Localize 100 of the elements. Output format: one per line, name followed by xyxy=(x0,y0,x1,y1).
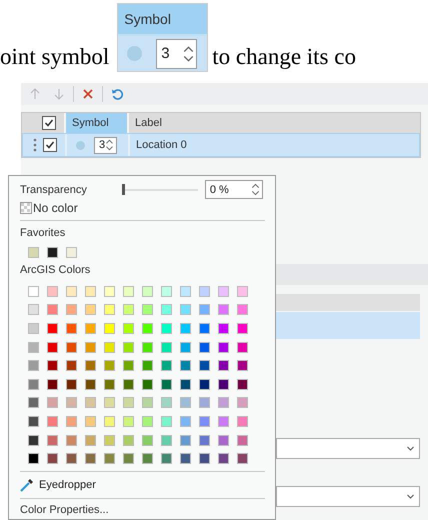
color-swatch[interactable] xyxy=(47,286,58,297)
color-swatch[interactable] xyxy=(47,416,58,427)
color-swatch[interactable] xyxy=(47,397,58,408)
color-swatch[interactable] xyxy=(85,416,96,427)
color-swatch[interactable] xyxy=(47,304,58,316)
color-swatch[interactable] xyxy=(66,397,77,408)
color-swatch[interactable] xyxy=(142,360,153,372)
color-swatch[interactable] xyxy=(218,434,229,446)
color-swatch[interactable] xyxy=(180,378,191,390)
color-swatch[interactable] xyxy=(85,397,96,408)
color-swatch[interactable] xyxy=(28,323,39,334)
checkbox[interactable] xyxy=(42,116,56,130)
color-swatch[interactable] xyxy=(28,397,39,408)
eyedropper-button[interactable]: Eyedropper xyxy=(20,474,265,494)
color-swatch[interactable] xyxy=(237,434,248,446)
color-swatch[interactable] xyxy=(28,360,39,372)
color-swatch[interactable] xyxy=(161,434,172,446)
color-swatch[interactable] xyxy=(28,453,39,464)
color-swatch[interactable] xyxy=(142,434,153,446)
color-swatch[interactable] xyxy=(142,304,153,316)
color-swatch[interactable] xyxy=(123,360,134,372)
color-swatch[interactable] xyxy=(66,342,77,353)
color-swatch[interactable] xyxy=(47,453,58,464)
transparency-field[interactable]: 0 % xyxy=(204,180,263,200)
color-swatch[interactable] xyxy=(180,304,191,316)
color-swatch[interactable] xyxy=(28,416,39,427)
color-swatch[interactable] xyxy=(161,323,172,334)
color-swatch[interactable] xyxy=(218,323,229,334)
no-color-option[interactable]: No color xyxy=(20,200,265,218)
color-swatch[interactable] xyxy=(104,397,115,408)
color-swatch[interactable] xyxy=(85,304,96,316)
color-swatch[interactable] xyxy=(161,397,172,408)
color-properties-link[interactable]: Color Properties... xyxy=(20,501,265,520)
color-swatch[interactable] xyxy=(85,342,96,353)
color-swatch[interactable] xyxy=(85,360,96,372)
color-swatch[interactable] xyxy=(66,286,77,297)
color-swatch[interactable] xyxy=(199,416,210,427)
color-swatch[interactable] xyxy=(180,434,191,446)
color-swatch[interactable] xyxy=(199,453,210,464)
color-swatch[interactable] xyxy=(180,416,191,427)
color-swatch[interactable] xyxy=(218,453,229,464)
color-swatch[interactable] xyxy=(218,397,229,408)
color-swatch[interactable] xyxy=(237,360,248,372)
color-swatch[interactable] xyxy=(85,323,96,334)
color-swatch[interactable] xyxy=(66,416,77,427)
color-swatch[interactable] xyxy=(218,378,229,390)
color-swatch[interactable] xyxy=(237,397,248,408)
color-swatch[interactable] xyxy=(28,246,39,258)
color-swatch[interactable] xyxy=(161,360,172,372)
color-swatch[interactable] xyxy=(47,323,58,334)
color-swatch[interactable] xyxy=(199,434,210,446)
color-swatch[interactable] xyxy=(104,434,115,446)
color-swatch[interactable] xyxy=(199,342,210,353)
color-swatch[interactable] xyxy=(85,286,96,297)
color-swatch[interactable] xyxy=(161,416,172,427)
color-swatch[interactable] xyxy=(123,397,134,408)
color-swatch[interactable] xyxy=(28,304,39,316)
color-swatch[interactable] xyxy=(142,286,153,297)
spinner-arrows-icon[interactable] xyxy=(105,139,114,151)
color-swatch[interactable] xyxy=(66,378,77,390)
color-swatch[interactable] xyxy=(123,286,134,297)
color-swatch[interactable] xyxy=(218,416,229,427)
color-swatch[interactable] xyxy=(161,342,172,353)
color-swatch[interactable] xyxy=(104,286,115,297)
color-swatch[interactable] xyxy=(142,416,153,427)
color-swatch[interactable] xyxy=(142,397,153,408)
drag-handle-icon[interactable] xyxy=(33,138,37,152)
color-swatch[interactable] xyxy=(237,378,248,390)
color-swatch[interactable] xyxy=(66,360,77,372)
color-swatch[interactable] xyxy=(161,286,172,297)
color-swatch[interactable] xyxy=(180,286,191,297)
color-swatch[interactable] xyxy=(199,304,210,316)
color-swatch[interactable] xyxy=(237,304,248,316)
color-swatch[interactable] xyxy=(142,342,153,353)
color-swatch[interactable] xyxy=(104,342,115,353)
color-swatch[interactable] xyxy=(104,304,115,316)
color-swatch[interactable] xyxy=(237,286,248,297)
color-swatch[interactable] xyxy=(104,416,115,427)
color-swatch[interactable] xyxy=(85,434,96,446)
color-swatch[interactable] xyxy=(237,453,248,464)
color-swatch[interactable] xyxy=(218,342,229,353)
color-swatch[interactable] xyxy=(47,360,58,372)
color-swatch[interactable] xyxy=(199,286,210,297)
checkbox[interactable] xyxy=(43,138,57,152)
color-swatch[interactable] xyxy=(142,323,153,334)
color-swatch[interactable] xyxy=(180,360,191,372)
color-swatch[interactable] xyxy=(237,342,248,353)
color-swatch[interactable] xyxy=(199,360,210,372)
color-swatch[interactable] xyxy=(123,434,134,446)
color-swatch[interactable] xyxy=(85,378,96,390)
color-swatch[interactable] xyxy=(85,453,96,464)
color-swatch[interactable] xyxy=(123,304,134,316)
color-swatch[interactable] xyxy=(142,453,153,464)
dropdown[interactable] xyxy=(276,438,420,459)
color-swatch[interactable] xyxy=(104,323,115,334)
color-swatch[interactable] xyxy=(180,323,191,334)
color-swatch[interactable] xyxy=(123,323,134,334)
color-swatch[interactable] xyxy=(47,434,58,446)
color-swatch[interactable] xyxy=(66,323,77,334)
color-swatch[interactable] xyxy=(180,342,191,353)
